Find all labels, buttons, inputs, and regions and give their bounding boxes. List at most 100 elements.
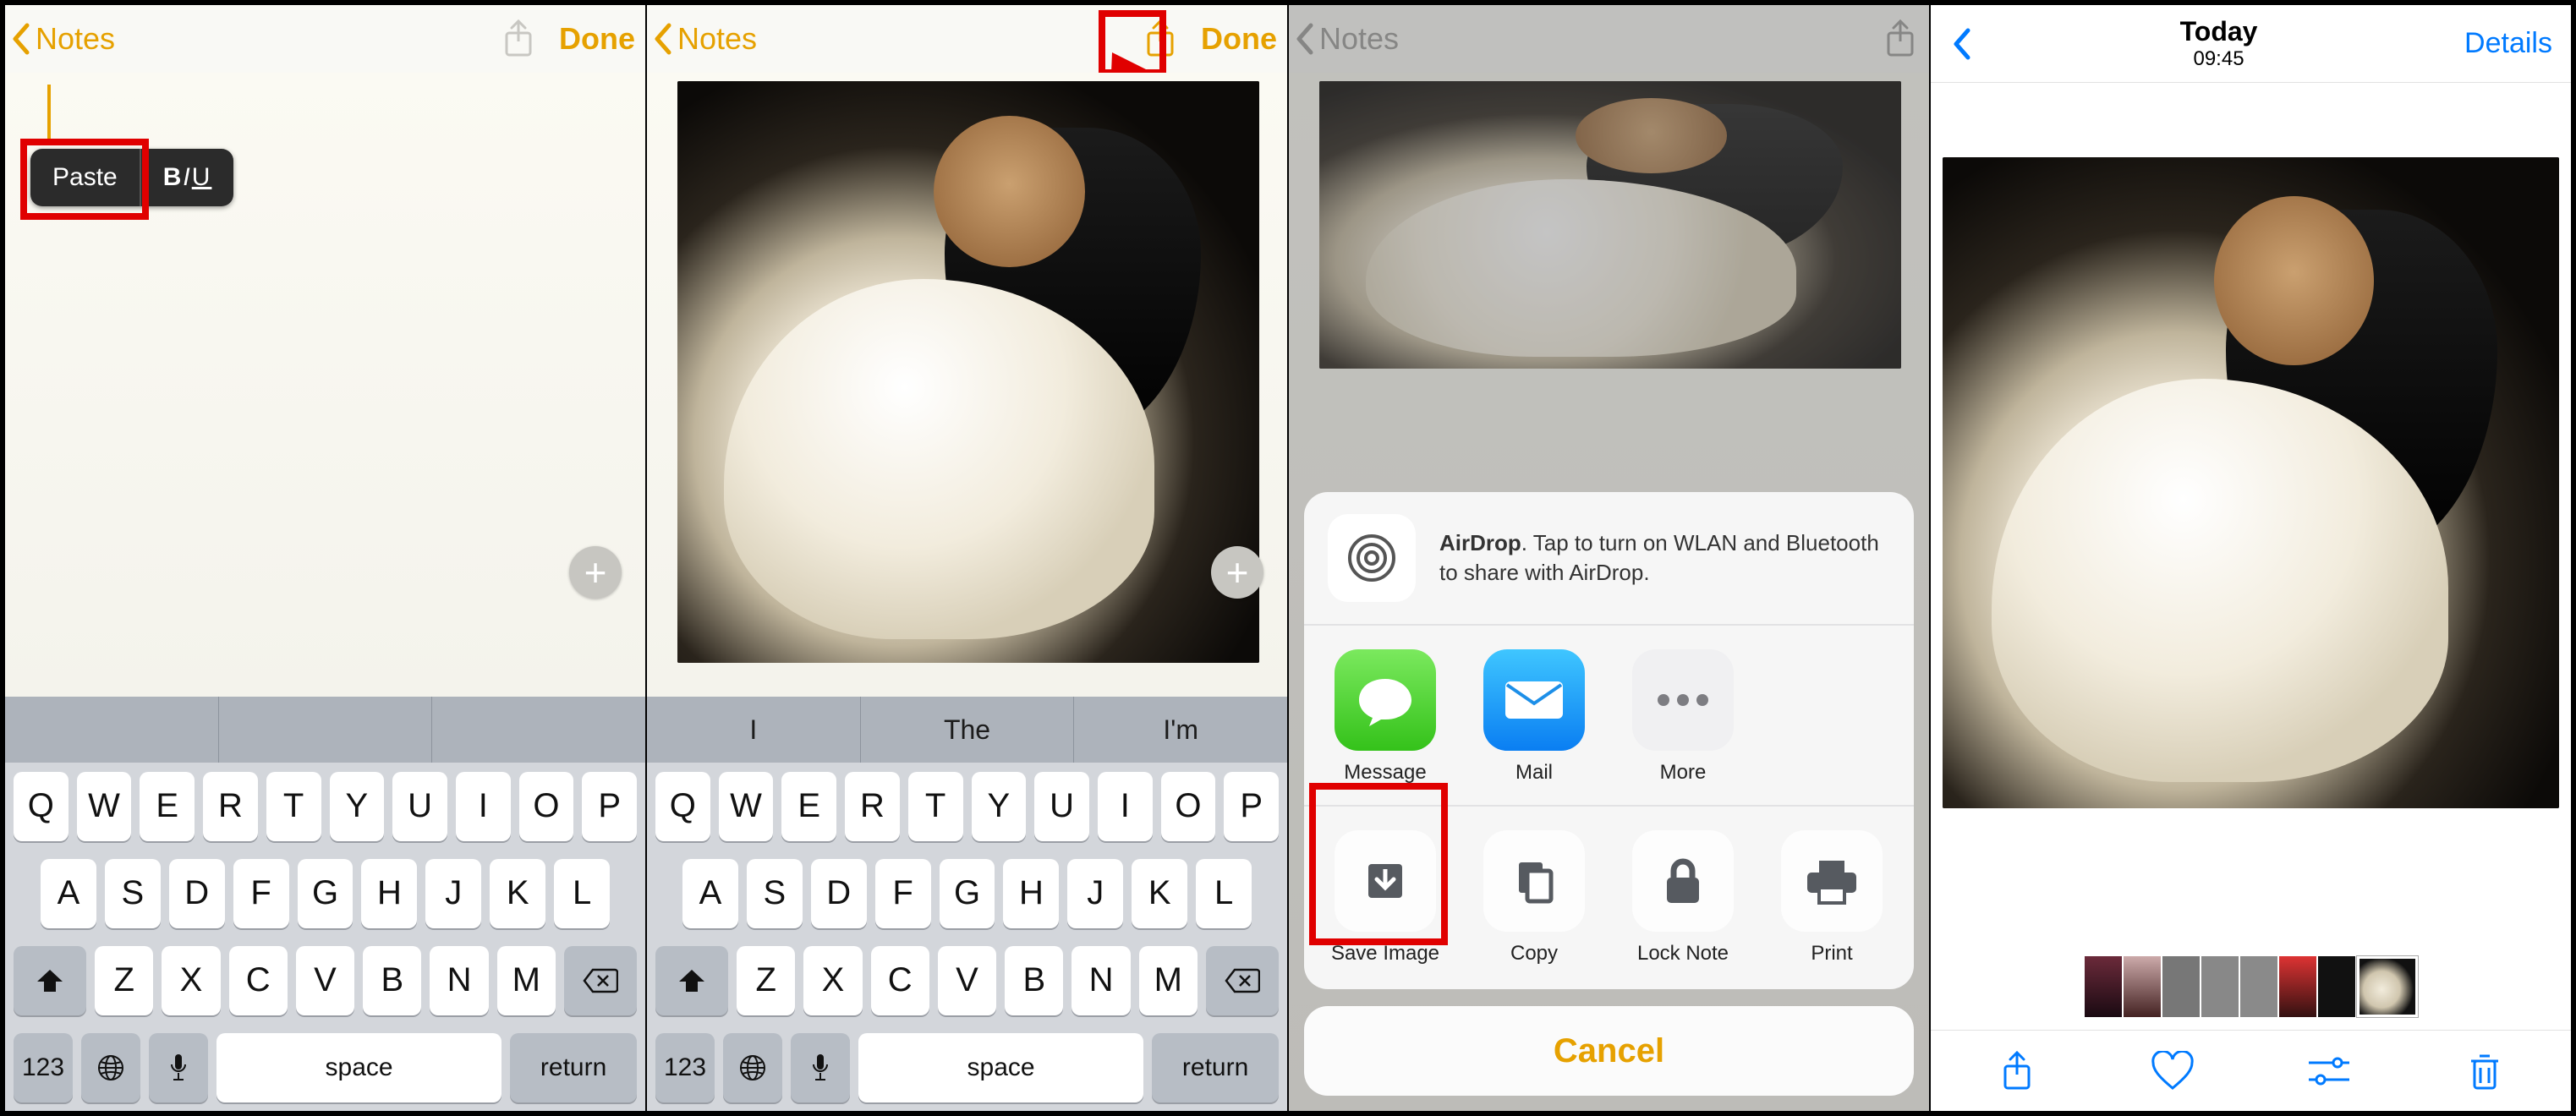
delete-button[interactable] xyxy=(2461,1048,2508,1095)
thumbnail[interactable] xyxy=(2085,956,2122,1017)
key-n[interactable]: N xyxy=(430,946,488,1015)
key-s[interactable]: S xyxy=(105,859,161,928)
key-return[interactable]: return xyxy=(510,1033,637,1102)
key-l[interactable]: L xyxy=(1196,859,1252,928)
key-m[interactable]: M xyxy=(497,946,556,1015)
key-a[interactable]: A xyxy=(682,859,738,928)
key-j[interactable]: J xyxy=(425,859,481,928)
back-to-notes[interactable]: Notes xyxy=(10,21,115,57)
thumbnail-selected[interactable] xyxy=(2357,956,2418,1017)
thumbnail[interactable] xyxy=(2201,956,2239,1017)
key-c[interactable]: C xyxy=(229,946,288,1015)
key-c[interactable]: C xyxy=(871,946,929,1015)
key-u[interactable]: U xyxy=(392,772,447,841)
key-y[interactable]: Y xyxy=(330,772,385,841)
photos-back-button[interactable] xyxy=(1949,25,1973,63)
key-d[interactable]: D xyxy=(811,859,867,928)
key-f[interactable]: F xyxy=(875,859,931,928)
key-p[interactable]: P xyxy=(582,772,637,841)
prediction-1[interactable] xyxy=(5,697,219,763)
key-dictation[interactable] xyxy=(791,1033,850,1102)
photos-share-button[interactable] xyxy=(1993,1048,2041,1095)
thumbnail[interactable] xyxy=(2279,956,2316,1017)
airdrop-row[interactable]: AirDrop. Tap to turn on WLAN and Bluetoo… xyxy=(1304,492,1914,626)
key-x[interactable]: X xyxy=(162,946,220,1015)
key-b[interactable]: B xyxy=(363,946,421,1015)
key-return[interactable]: return xyxy=(1152,1033,1279,1102)
key-globe[interactable] xyxy=(81,1033,140,1102)
key-i[interactable]: I xyxy=(1098,772,1153,841)
key-a[interactable]: A xyxy=(41,859,96,928)
thumbnail[interactable] xyxy=(2162,956,2200,1017)
key-dictation[interactable] xyxy=(149,1033,208,1102)
edit-button[interactable] xyxy=(2305,1048,2353,1095)
key-numbers[interactable]: 123 xyxy=(655,1033,715,1102)
key-p[interactable]: P xyxy=(1224,772,1279,841)
key-u[interactable]: U xyxy=(1034,772,1089,841)
key-delete[interactable] xyxy=(1206,946,1279,1015)
prediction-1[interactable]: I xyxy=(647,697,861,763)
key-g[interactable]: G xyxy=(298,859,354,928)
key-i[interactable]: I xyxy=(456,772,511,841)
share-button[interactable] xyxy=(500,20,537,57)
key-h[interactable]: H xyxy=(1003,859,1059,928)
key-q[interactable]: Q xyxy=(14,772,69,841)
thumbnail[interactable] xyxy=(2240,956,2277,1017)
key-j[interactable]: J xyxy=(1067,859,1123,928)
photo-viewer[interactable] xyxy=(1943,157,2559,808)
key-m[interactable]: M xyxy=(1139,946,1198,1015)
key-delete[interactable] xyxy=(564,946,637,1015)
action-print[interactable]: Print xyxy=(1774,830,1889,966)
done-button[interactable]: Done xyxy=(1201,21,1277,57)
key-z[interactable]: Z xyxy=(737,946,795,1015)
add-attachment-button[interactable]: + xyxy=(1211,546,1263,599)
favorite-button[interactable] xyxy=(2149,1048,2196,1095)
thumbnail[interactable] xyxy=(2124,956,2161,1017)
action-message[interactable]: Message xyxy=(1328,649,1443,785)
key-y[interactable]: Y xyxy=(972,772,1027,841)
key-z[interactable]: Z xyxy=(95,946,153,1015)
prediction-2[interactable] xyxy=(219,697,433,763)
prediction-3[interactable] xyxy=(432,697,645,763)
key-g[interactable]: G xyxy=(940,859,995,928)
thumbnail-strip[interactable] xyxy=(1931,954,2571,1020)
done-button[interactable]: Done xyxy=(559,21,635,57)
key-b[interactable]: B xyxy=(1005,946,1063,1015)
key-globe[interactable] xyxy=(723,1033,782,1102)
back-to-notes[interactable]: Notes xyxy=(652,21,757,57)
key-t[interactable]: T xyxy=(908,772,963,841)
embedded-photo[interactable] xyxy=(677,81,1259,663)
key-x[interactable]: X xyxy=(803,946,862,1015)
thumbnail[interactable] xyxy=(2318,956,2355,1017)
key-r[interactable]: R xyxy=(203,772,258,841)
key-r[interactable]: R xyxy=(845,772,900,841)
key-k[interactable]: K xyxy=(1132,859,1187,928)
key-shift[interactable] xyxy=(14,946,86,1015)
key-o[interactable]: O xyxy=(519,772,574,841)
key-e[interactable]: E xyxy=(781,772,836,841)
key-space[interactable]: space xyxy=(858,1033,1143,1102)
key-w[interactable]: W xyxy=(77,772,132,841)
key-o[interactable]: O xyxy=(1161,772,1216,841)
action-mail[interactable]: Mail xyxy=(1477,649,1592,785)
cancel-button[interactable]: Cancel xyxy=(1304,1006,1914,1096)
action-save-image[interactable]: Save Image xyxy=(1328,830,1443,966)
key-shift[interactable] xyxy=(655,946,728,1015)
action-lock-note[interactable]: Lock Note xyxy=(1625,830,1740,966)
key-t[interactable]: T xyxy=(266,772,321,841)
biu-menu-item[interactable]: B I U xyxy=(141,149,234,206)
key-numbers[interactable]: 123 xyxy=(14,1033,73,1102)
paste-menu-item[interactable]: Paste xyxy=(30,149,140,206)
key-e[interactable]: E xyxy=(140,772,195,841)
key-d[interactable]: D xyxy=(169,859,225,928)
key-space[interactable]: space xyxy=(216,1033,501,1102)
key-n[interactable]: N xyxy=(1072,946,1130,1015)
key-w[interactable]: W xyxy=(719,772,774,841)
key-v[interactable]: V xyxy=(938,946,996,1015)
key-k[interactable]: K xyxy=(490,859,545,928)
key-v[interactable]: V xyxy=(296,946,354,1015)
key-q[interactable]: Q xyxy=(655,772,710,841)
prediction-2[interactable]: The xyxy=(861,697,1075,763)
action-copy[interactable]: Copy xyxy=(1477,830,1592,966)
action-more[interactable]: More xyxy=(1625,649,1740,785)
